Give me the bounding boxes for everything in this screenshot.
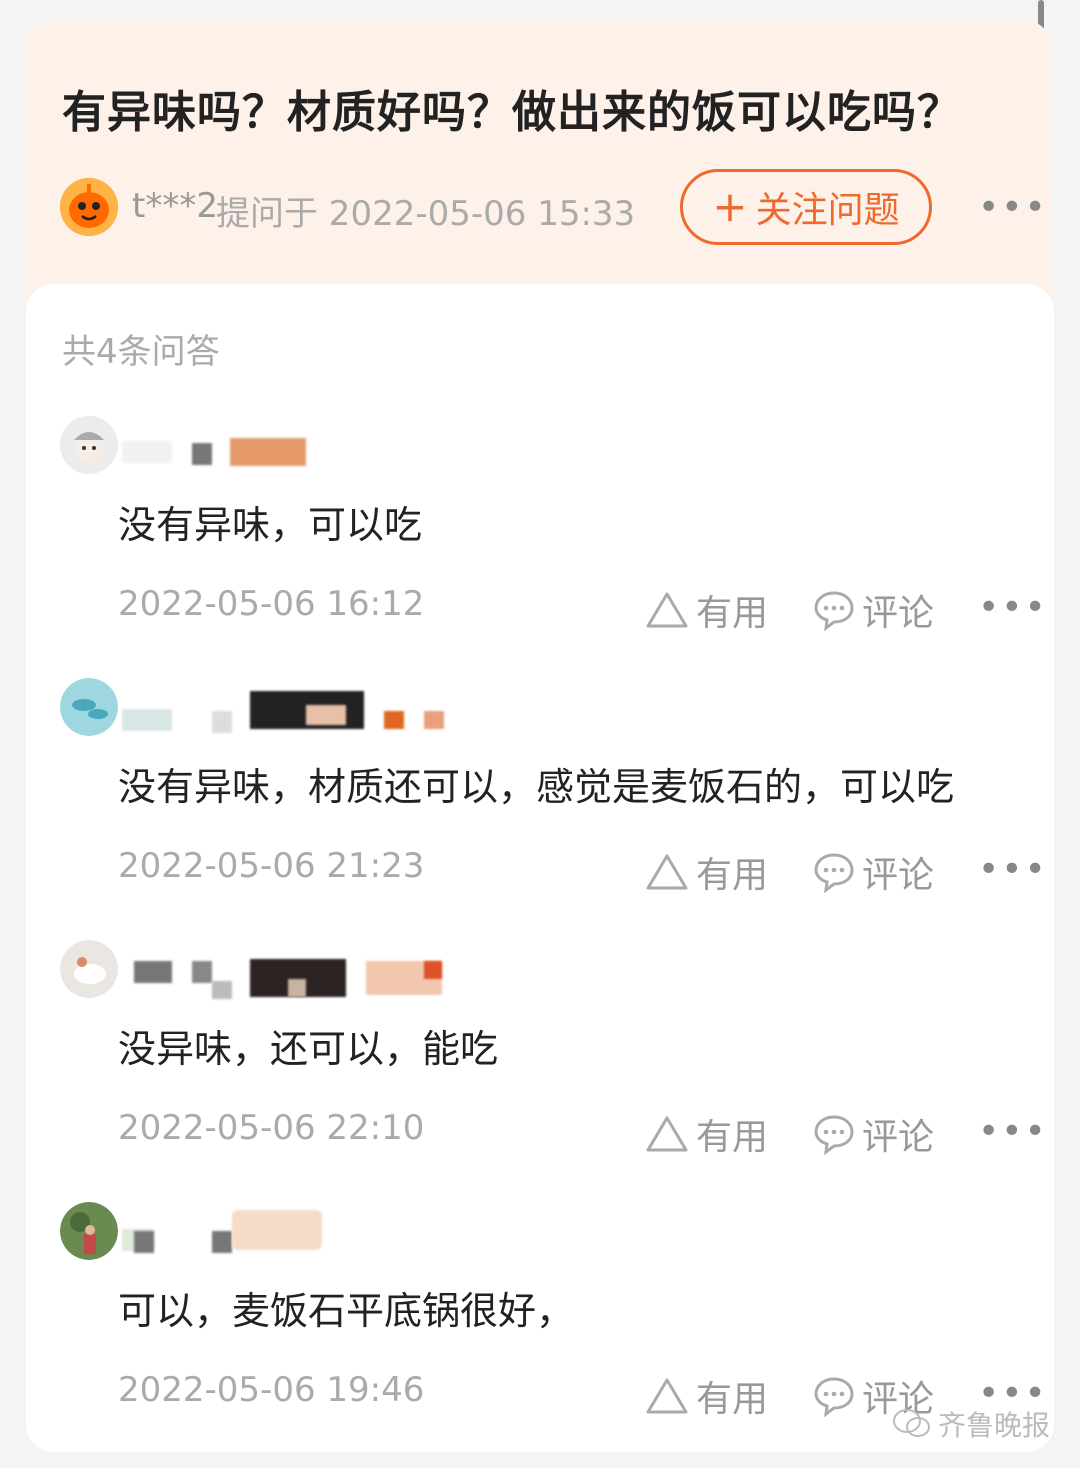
- answer-time: 2022-05-06 19:46: [118, 1370, 425, 1410]
- more-options-icon[interactable]: •••: [978, 852, 1048, 888]
- watermark-text: 齐鲁晚报: [938, 1409, 1051, 1442]
- asked-time: 提问于 2022-05-06 15:33: [216, 194, 636, 234]
- username-blurred[interactable]: [122, 441, 172, 463]
- comment-label: 评论: [862, 1117, 935, 1158]
- answer-time: 2022-05-06 16:12: [118, 584, 425, 624]
- asker-avatar[interactable]: [60, 178, 118, 236]
- avatar[interactable]: [60, 1202, 118, 1260]
- triangle-icon: [646, 1378, 688, 1414]
- user-badge: [232, 1210, 322, 1250]
- comment-button[interactable]: 评论: [812, 1108, 934, 1160]
- comment-icon: [814, 1377, 854, 1417]
- user-badge: [384, 711, 404, 729]
- plus-icon: +: [712, 182, 748, 231]
- username-blurred[interactable]: [134, 961, 172, 983]
- username-blurred: [192, 443, 212, 465]
- useful-button[interactable]: 有用: [644, 846, 768, 898]
- answer-text: 没异味，还可以，能吃: [118, 1027, 499, 1071]
- avatar[interactable]: [60, 940, 118, 998]
- comment-label: 评论: [862, 593, 935, 634]
- avatar[interactable]: [60, 416, 118, 474]
- useful-label: 有用: [696, 593, 769, 634]
- more-options-icon[interactable]: •••: [978, 190, 1048, 226]
- user-badge: [288, 979, 306, 997]
- useful-button[interactable]: 有用: [644, 584, 768, 636]
- watermark: 齐鲁晚报: [892, 1404, 1050, 1444]
- user-badge: [230, 438, 306, 466]
- username-blurred: [212, 711, 232, 733]
- triangle-icon: [646, 592, 688, 628]
- answer-time: 2022-05-06 22:10: [118, 1108, 425, 1148]
- question-title: 有异味吗？材质好吗？做出来的饭可以吃吗？: [62, 87, 962, 138]
- follow-question-label: 关注问题: [755, 190, 900, 231]
- answer-text: 没有异味，材质还可以，感觉是麦饭石的，可以吃: [118, 765, 955, 809]
- comment-button[interactable]: 评论: [812, 584, 934, 636]
- comment-button[interactable]: 评论: [812, 846, 934, 898]
- user-badge: [424, 711, 444, 729]
- useful-label: 有用: [696, 1379, 769, 1420]
- asker-name[interactable]: t***2: [132, 186, 218, 226]
- comment-icon: [814, 853, 854, 893]
- useful-label: 有用: [696, 855, 769, 896]
- wechat-icon: [893, 1409, 930, 1437]
- user-badge: [306, 705, 346, 725]
- useful-label: 有用: [696, 1117, 769, 1158]
- more-options-icon[interactable]: •••: [978, 590, 1048, 626]
- triangle-icon: [646, 854, 688, 890]
- triangle-icon: [646, 1116, 688, 1152]
- answer-text: 可以，麦饭石平底锅很好，: [118, 1289, 575, 1333]
- comment-icon: [814, 591, 854, 631]
- user-badge: [424, 961, 442, 979]
- username-blurred: [212, 981, 232, 999]
- answer-time: 2022-05-06 21:23: [118, 846, 425, 886]
- useful-button[interactable]: 有用: [644, 1108, 768, 1160]
- avatar[interactable]: [60, 678, 118, 736]
- username-blurred: [212, 1231, 232, 1253]
- username-blurred: [192, 961, 212, 983]
- answers-count: 共4条问答: [62, 332, 220, 372]
- answer-text: 没有异味，可以吃: [118, 503, 423, 547]
- comment-label: 评论: [862, 855, 935, 896]
- more-options-icon[interactable]: •••: [978, 1114, 1048, 1150]
- username-blurred[interactable]: [122, 709, 172, 731]
- useful-button[interactable]: 有用: [644, 1370, 768, 1422]
- username-blurred: [134, 1231, 154, 1253]
- follow-question-button[interactable]: + 关注问题: [680, 169, 932, 245]
- comment-icon: [814, 1115, 854, 1155]
